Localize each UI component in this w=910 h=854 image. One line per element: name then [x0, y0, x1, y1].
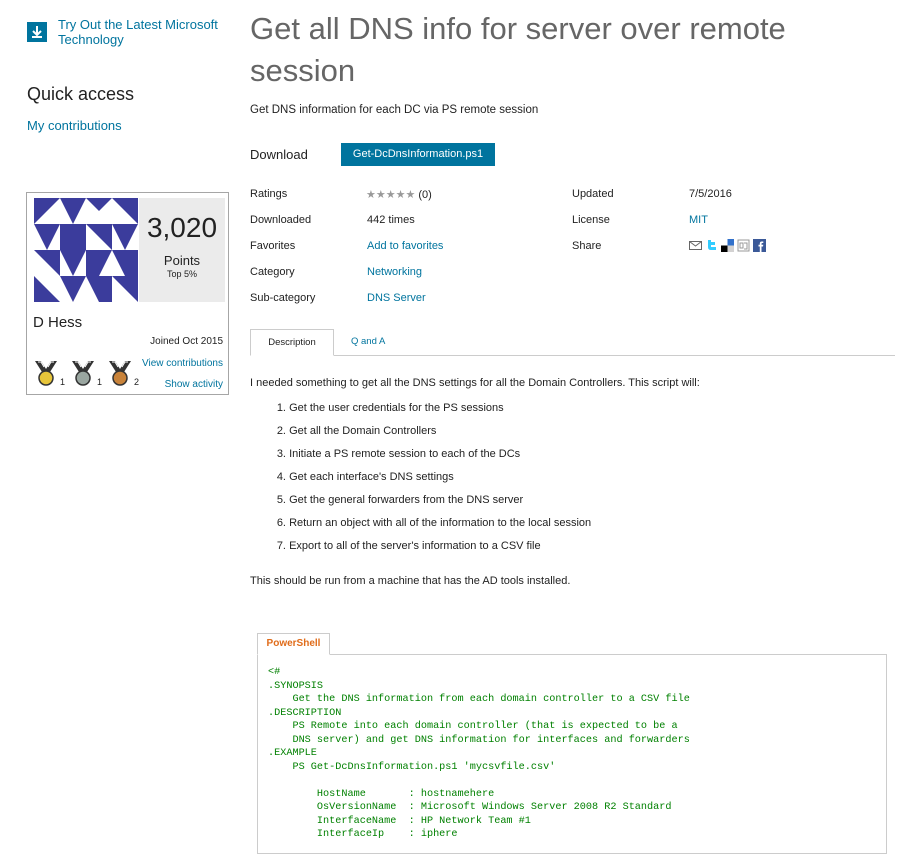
- bronze-medal: 2: [107, 359, 139, 387]
- page-subtitle: Get DNS information for each DC via PS r…: [250, 104, 539, 116]
- points-value: 3,020: [146, 212, 218, 243]
- ratings-value[interactable]: ★★★★★ (0): [366, 188, 432, 201]
- list-item: 6. Return an object with all of the info…: [250, 517, 591, 540]
- step-text: Return an object with all of the informa…: [289, 517, 592, 529]
- medals: 1 1 2: [33, 359, 144, 387]
- page-title: Get all DNS info for server over remote …: [250, 11, 786, 88]
- share-label: Share: [572, 240, 602, 252]
- downloaded-label: Downloaded: [250, 214, 312, 226]
- twitter-icon[interactable]: [705, 239, 718, 252]
- step-text: Export to all of the server's informatio…: [289, 540, 541, 552]
- my-contributions-link[interactable]: My contributions: [27, 118, 122, 133]
- description-steps: 1. Get the user credentials for the PS s…: [250, 402, 591, 563]
- step-number: 2.: [276, 425, 286, 437]
- description-intro: I needed something to get all the DNS se…: [250, 377, 700, 389]
- medal-icon: [72, 361, 95, 386]
- quick-access-title: Quick access: [27, 84, 135, 104]
- list-item: 4. Get each interface's DNS settings: [250, 471, 591, 494]
- list-item: 3. Initiate a PS remote session to each …: [250, 448, 591, 471]
- add-to-favorites-link[interactable]: Add to favorites: [367, 240, 443, 252]
- category-label: Category: [250, 266, 295, 278]
- facebook-icon[interactable]: [753, 239, 766, 252]
- updated-label: Updated: [572, 188, 614, 200]
- star-icon: ★★★★★: [366, 189, 416, 201]
- step-number: 5.: [276, 494, 286, 506]
- description-outro: This should be run from a machine that h…: [250, 575, 571, 587]
- list-item: 2. Get all the Domain Controllers: [250, 425, 591, 448]
- subcategory-link[interactable]: DNS Server: [367, 292, 426, 304]
- show-activity-link[interactable]: Show activity: [165, 379, 223, 390]
- list-item: 1. Get the user credentials for the PS s…: [250, 402, 591, 425]
- list-item: 5. Get the general forwarders from the D…: [250, 494, 591, 517]
- avatar[interactable]: [34, 198, 138, 302]
- step-number: 1.: [276, 402, 286, 414]
- points-rank: Top 5%: [166, 269, 198, 279]
- tab-description[interactable]: Description: [250, 329, 334, 356]
- license-link[interactable]: MIT: [689, 214, 708, 226]
- email-icon[interactable]: [689, 239, 702, 252]
- step-text: Get the user credentials for the PS sess…: [289, 402, 504, 414]
- subcategory-label: Sub-category: [250, 292, 316, 304]
- profile-card: 3,020 Points Top 5% D Hess Joined Oct 20…: [26, 192, 229, 395]
- updated-value: 7/5/2016: [689, 188, 732, 200]
- download-icon: [27, 22, 47, 42]
- downloaded-value: 442 times: [367, 214, 415, 226]
- license-label: License: [572, 214, 610, 226]
- try-microsoft-link[interactable]: Try Out the Latest Microsoft Technology: [27, 17, 218, 47]
- code-block: <# .SYNOPSIS Get the DNS information fro…: [257, 654, 887, 854]
- tab-q-and-a[interactable]: Q and A: [351, 329, 385, 355]
- gold-medal: 1: [33, 359, 65, 387]
- step-number: 4.: [276, 471, 286, 483]
- gold-medal-count: 1: [60, 377, 66, 387]
- download-label: Download: [250, 147, 308, 162]
- profile-name[interactable]: D Hess: [33, 314, 82, 331]
- step-text: Get each interface's DNS settings: [289, 471, 454, 483]
- ratings-label: Ratings: [250, 188, 288, 200]
- code-language-tab[interactable]: PowerShell: [257, 633, 330, 655]
- step-text: Get all the Domain Controllers: [289, 425, 437, 437]
- try-microsoft-label[interactable]: Try Out the Latest Microsoft Technology: [58, 17, 218, 47]
- bronze-medal-count: 2: [134, 377, 140, 387]
- medal-icon: [35, 361, 57, 386]
- medal-icon: [109, 361, 132, 386]
- share-icons: [689, 239, 766, 252]
- step-number: 3.: [276, 448, 286, 460]
- favorites-label: Favorites: [250, 240, 296, 252]
- code-text[interactable]: <# .SYNOPSIS Get the DNS information fro…: [268, 666, 690, 842]
- silver-medal-count: 1: [97, 377, 103, 387]
- ratings-count: (0): [418, 189, 432, 201]
- category-link[interactable]: Networking: [367, 266, 422, 278]
- silver-medal: 1: [70, 359, 102, 387]
- step-text: Get the general forwarders from the DNS …: [289, 494, 524, 506]
- step-text: Initiate a PS remote session to each of …: [289, 448, 521, 460]
- points-label: Points: [163, 253, 201, 268]
- view-contributions-link[interactable]: View contributions: [142, 358, 223, 369]
- delicious-icon[interactable]: [721, 239, 734, 252]
- step-number: 6.: [276, 517, 286, 529]
- digg-icon[interactable]: [737, 239, 750, 252]
- list-item: 7. Export to all of the server's informa…: [250, 540, 591, 563]
- points-box: 3,020 Points Top 5%: [139, 198, 225, 302]
- joined-date: Joined Oct 2015: [150, 336, 223, 347]
- download-button[interactable]: Get-DcDnsInformation.ps1: [341, 143, 495, 166]
- content-tabs: Description Q and A: [250, 329, 895, 356]
- step-number: 7.: [276, 540, 286, 552]
